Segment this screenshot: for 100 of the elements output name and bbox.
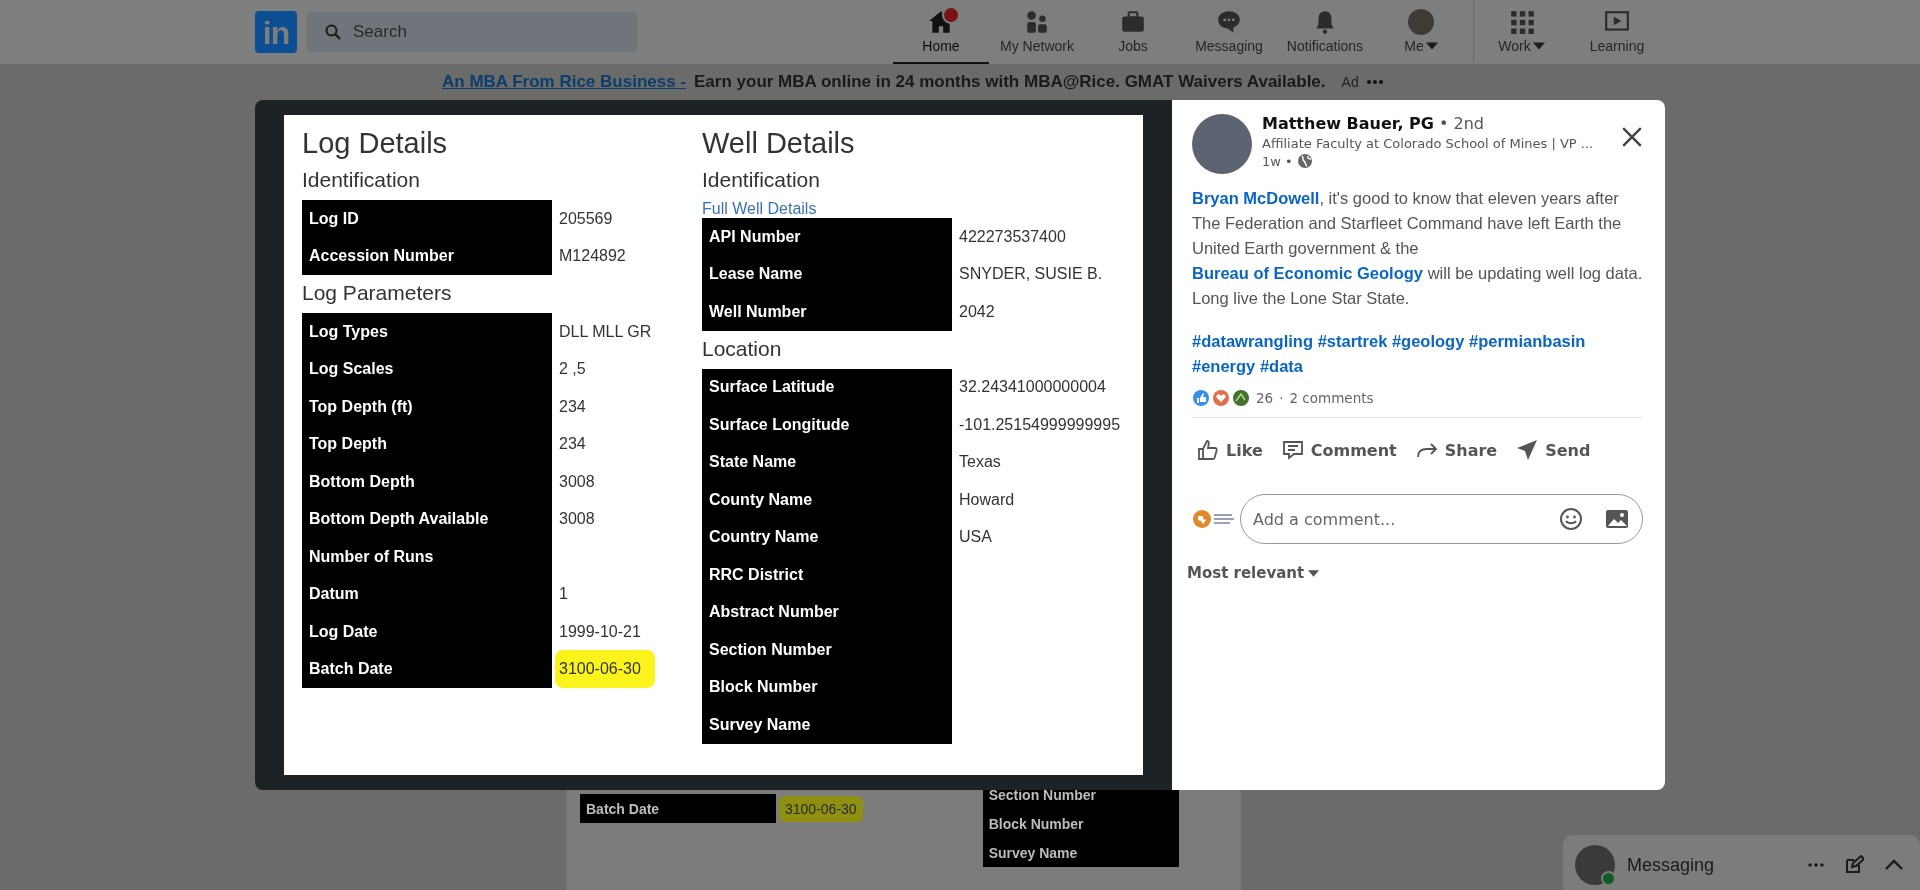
table-label-cell: Lease Name bbox=[702, 255, 952, 293]
more-icon[interactable] bbox=[1808, 863, 1824, 867]
table-value-cell-text: 1999-10-21 bbox=[558, 621, 642, 642]
table-label-cell: Bottom Depth bbox=[302, 463, 552, 501]
table-label-cell: Log Types bbox=[302, 313, 552, 351]
ad-text: Earn your MBA online in 24 months with MBA@Rice. GMAT Waivers Available. bbox=[694, 72, 1326, 92]
table-label-cell: Section Number bbox=[702, 631, 952, 669]
table-label-cell: State Name bbox=[702, 443, 952, 481]
comment-field[interactable]: Add a comment... bbox=[1240, 494, 1643, 544]
table-label-cell: Well Number bbox=[702, 293, 952, 331]
emoji-icon[interactable] bbox=[1559, 507, 1583, 531]
organization-logo bbox=[1192, 509, 1236, 529]
table-value-cell-text: 3008 bbox=[558, 471, 596, 492]
table-value-cell-text: 234 bbox=[558, 434, 587, 455]
chevron-up-icon[interactable] bbox=[1884, 859, 1904, 871]
reaction-count[interactable]: 26 bbox=[1256, 390, 1274, 406]
table-value-cell-text: 234 bbox=[558, 396, 587, 417]
more-icon[interactable] bbox=[1366, 80, 1383, 84]
compose-icon[interactable] bbox=[1844, 855, 1864, 875]
mention-link[interactable]: Bureau of Economic Geology bbox=[1192, 264, 1424, 282]
avatar bbox=[1192, 114, 1252, 174]
section-heading: Location bbox=[702, 336, 783, 361]
hashtag-link[interactable]: #startrek bbox=[1317, 332, 1388, 350]
table-label-cell: Top Depth (ft) bbox=[302, 388, 552, 426]
table-label-cell: Block Number bbox=[982, 809, 1179, 838]
separator: · bbox=[1279, 390, 1284, 406]
ad-label: Ad bbox=[1341, 74, 1359, 90]
author-name[interactable]: Matthew Bauer, PG bbox=[1262, 114, 1434, 133]
table-label-cell: Survey Name bbox=[702, 706, 952, 744]
chat-icon bbox=[1216, 9, 1242, 35]
nav-item[interactable]: Learning bbox=[1569, 0, 1665, 64]
nav-item[interactable]: My Network bbox=[989, 0, 1085, 64]
table-value-cell-text: Howard bbox=[958, 489, 1016, 510]
caret-icon bbox=[1308, 569, 1320, 577]
post-time: 1w • bbox=[1262, 153, 1293, 169]
hashtag-link[interactable]: #geology bbox=[1391, 332, 1465, 350]
table-value-cell-text: 422273537400 bbox=[958, 226, 1067, 247]
table-value-cell-text: M124892 bbox=[558, 246, 627, 267]
table-value-cell-text: 1 bbox=[558, 584, 569, 605]
nav-item[interactable]: Home bbox=[893, 0, 989, 64]
details-link[interactable]: Full Well Details bbox=[702, 200, 1125, 218]
search-field[interactable]: Search bbox=[307, 12, 637, 52]
briefcase-icon bbox=[1120, 9, 1146, 35]
thumbs-up-icon bbox=[1196, 438, 1220, 462]
section-heading: Identification bbox=[302, 168, 421, 192]
table-label-cell: Batch Date bbox=[302, 650, 552, 688]
table-label-cell: Batch Date bbox=[580, 794, 776, 823]
connection-degree: • 2nd bbox=[1439, 114, 1484, 133]
post-text: Bryan McDowell, it's good to know that eleven years after The Federation and Starfleet Command have left Earth the United Earth government & the Bureau of Economic Geology will be updating well log data. Long live the Lone Star State. bbox=[1192, 188, 1643, 309]
messaging-label: Messaging bbox=[1627, 854, 1715, 876]
table-label-cell: Block Number bbox=[702, 668, 952, 706]
image-icon[interactable] bbox=[1605, 507, 1629, 531]
table-value-cell-text: 3008 bbox=[558, 509, 596, 530]
nav-item[interactable]: Jobs bbox=[1085, 0, 1181, 64]
table-value-cell-text: Texas bbox=[958, 452, 1002, 473]
search-icon bbox=[325, 24, 341, 40]
nav-item[interactable]: Messaging bbox=[1181, 0, 1277, 64]
table-value-cell-text: DLL MLL GR bbox=[558, 321, 653, 342]
comment-count[interactable]: 2 comments bbox=[1289, 390, 1374, 406]
table-label-cell: API Number bbox=[702, 218, 952, 256]
nav-item[interactable]: Me bbox=[1373, 0, 1469, 64]
table-value-cell-text: 32.24341000000004 bbox=[958, 377, 1107, 398]
table-label-cell: Abstract Number bbox=[702, 593, 952, 631]
table-value-cell-text: 2042 bbox=[958, 301, 996, 322]
section-heading: Identification bbox=[702, 168, 821, 192]
table-value-cell: 3100-06-30 bbox=[779, 795, 863, 822]
table-label-cell: County Name bbox=[702, 481, 952, 519]
table-label-cell: Log ID bbox=[302, 200, 552, 238]
table-value-cell-text: 2 ,5 bbox=[558, 359, 587, 380]
table-label-cell: RRC District bbox=[702, 556, 952, 594]
document-heading: Well Details bbox=[702, 127, 856, 160]
speech-bubble-icon bbox=[1280, 438, 1305, 462]
table-label-cell: Datum bbox=[302, 575, 552, 613]
people-icon bbox=[1024, 9, 1050, 35]
avatar bbox=[1408, 9, 1434, 35]
document-heading: Log Details bbox=[302, 127, 449, 160]
reaction-icons bbox=[1192, 389, 1250, 407]
table-label-cell: Number of Runs bbox=[302, 538, 552, 576]
table-label-cell: Top Depth bbox=[302, 425, 552, 463]
author-headline: Affiliate Faculty at Colorado School of Mines | VP ... bbox=[1262, 136, 1595, 151]
nav-item[interactable]: Work bbox=[1473, 0, 1569, 64]
hashtag-link[interactable]: #energy bbox=[1192, 357, 1256, 375]
table-label-cell: Bottom Depth Available bbox=[302, 500, 552, 538]
messaging-bar[interactable]: Messaging bbox=[1563, 835, 1920, 890]
table-value-cell-text: USA bbox=[958, 527, 993, 548]
section-heading: Log Parameters bbox=[302, 281, 453, 305]
close-icon[interactable] bbox=[1621, 126, 1643, 148]
mention-link[interactable]: Bryan McDowell bbox=[1192, 189, 1320, 207]
table-value-cell-text: SNYDER, SUSIE B. bbox=[958, 264, 1104, 285]
nav-item[interactable]: Notifications bbox=[1277, 0, 1373, 64]
hashtag-link[interactable]: #data bbox=[1259, 357, 1303, 375]
globe-icon bbox=[1296, 153, 1313, 169]
table-label-cell: Accession Number bbox=[302, 237, 552, 275]
hashtag-link[interactable]: #permianbasin bbox=[1468, 332, 1586, 350]
hashtag-link[interactable]: #datawrangling bbox=[1192, 332, 1314, 350]
table-label-cell: Surface Latitude bbox=[702, 368, 952, 406]
table-label-cell: Log Date bbox=[302, 613, 552, 651]
paper-plane-icon bbox=[1515, 438, 1540, 462]
table-label-cell: Log Scales bbox=[302, 350, 552, 388]
table-label-cell: Survey Name bbox=[982, 838, 1179, 867]
